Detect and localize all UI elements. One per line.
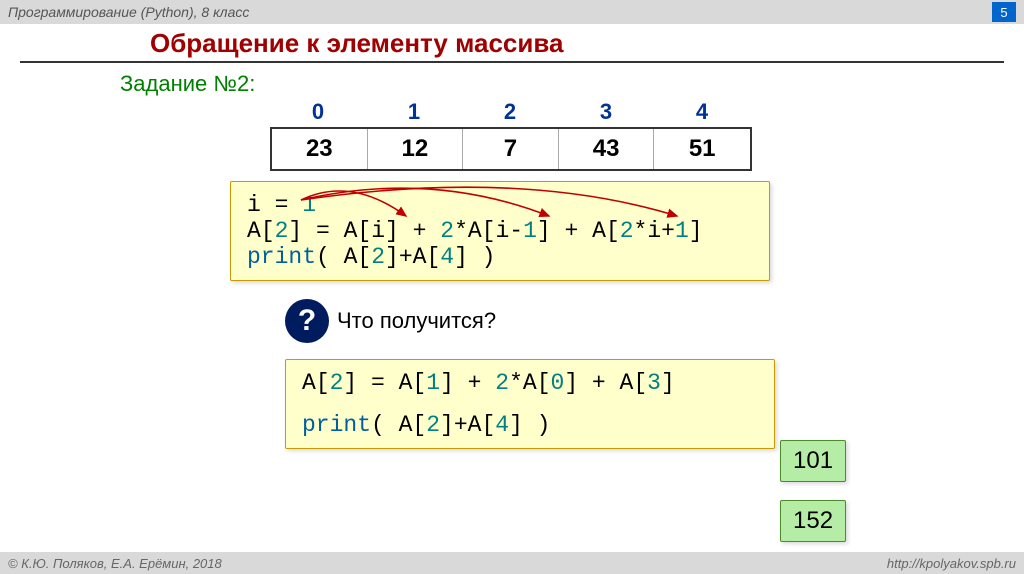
task-label: Задание №2:	[20, 71, 1004, 97]
title-divider	[20, 61, 1004, 63]
result-1: 101	[780, 440, 846, 482]
slide-title: Обращение к элементу массива	[20, 28, 1004, 59]
page-number: 5	[992, 2, 1016, 22]
footer-url: http://kpolyakov.spb.ru	[887, 556, 1016, 571]
idx-3: 3	[558, 99, 654, 127]
idx-0: 0	[270, 99, 366, 127]
value-row: 23 12 7 43 51	[270, 127, 752, 171]
spacer	[302, 396, 758, 412]
cell-2: 7	[463, 129, 559, 169]
header-bar: Программирование (Python), 8 класс 5	[0, 0, 1024, 24]
slide-content: Обращение к элементу массива Задание №2:…	[0, 24, 1024, 449]
cell-4: 51	[654, 129, 750, 169]
idx-1: 1	[366, 99, 462, 127]
prompt-text: Что получится?	[337, 308, 496, 334]
code1-line3: print( A[2]+A[4] )	[247, 244, 753, 270]
code-block-2: A[2] = A[1] + 2*A[0] + A[3] print( A[2]+…	[285, 359, 775, 449]
result-2: 152	[780, 500, 846, 542]
footer-bar: © К.Ю. Поляков, Е.А. Ерёмин, 2018 http:/…	[0, 552, 1024, 574]
code-block-1: i = 1 A[2] = A[i] + 2*A[i-1] + A[2*i+1] …	[230, 181, 770, 281]
idx-2: 2	[462, 99, 558, 127]
code2-line2: print( A[2]+A[4] )	[302, 412, 758, 438]
index-row: 0 1 2 3 4	[270, 99, 1004, 127]
course-title: Программирование (Python), 8 класс	[8, 4, 249, 20]
code1-line2: A[2] = A[i] + 2*A[i-1] + A[2*i+1]	[247, 218, 753, 244]
cell-3: 43	[559, 129, 655, 169]
code1-line1: i = 1	[247, 192, 753, 218]
code2-line1: A[2] = A[1] + 2*A[0] + A[3]	[302, 370, 758, 396]
array-display: 0 1 2 3 4 23 12 7 43 51	[270, 99, 1004, 171]
question-icon: ?	[285, 299, 329, 343]
copyright: © К.Ю. Поляков, Е.А. Ерёмин, 2018	[8, 556, 222, 571]
cell-1: 12	[368, 129, 464, 169]
prompt-row: ? Что получится?	[285, 299, 1004, 343]
idx-4: 4	[654, 99, 750, 127]
cell-0: 23	[272, 129, 368, 169]
